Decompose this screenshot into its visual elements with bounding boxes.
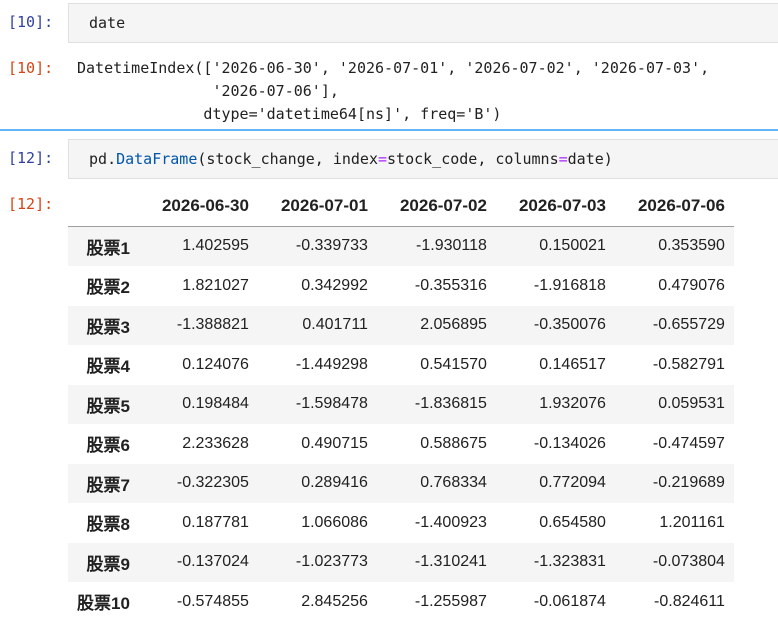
table-cell: -1.310241	[414, 553, 487, 571]
table-cell: 0.490715	[301, 434, 368, 452]
table-row: 股票2 1.821027 0.342992 -0.355316 -1.916818 0.4…	[68, 266, 734, 306]
table-cell: -1.930118	[416, 237, 487, 255]
table-cell: 0.541570	[420, 355, 487, 373]
table-row: 股票10 -0.574855 2.845256 -1.255987 -0.061874 -…	[68, 582, 734, 622]
column-header: 2026-07-03	[495, 186, 615, 227]
table-cell: -0.355316	[414, 276, 487, 294]
code-token-operator: =	[378, 150, 388, 168]
table-cell: -0.474597	[652, 434, 725, 452]
code-input-area[interactable]: pd.DataFrame(stock_change, index=stock_c…	[68, 139, 778, 179]
row-index-label: 股票10	[77, 594, 130, 614]
output-prompt: [12]:	[8, 195, 54, 213]
code-token-dot: .	[107, 150, 117, 168]
table-row: 股票3 -1.388821 0.401711 2.056895 -0.350076 -0.…	[68, 305, 734, 345]
table-cell: 0.342992	[301, 276, 368, 294]
table-cell: 1.821027	[182, 276, 249, 294]
table-cell: 2.056895	[420, 316, 487, 334]
input-prompt: [12]:	[8, 149, 54, 167]
table-cell: -0.134026	[533, 434, 606, 452]
table-cell: 2.845256	[301, 592, 368, 610]
table-cell: -0.137024	[176, 553, 249, 571]
table-cell: -1.449298	[295, 355, 368, 373]
table-cell: -1.323831	[533, 553, 606, 571]
row-index-label: 股票3	[86, 317, 130, 337]
input-prompt: [10]:	[8, 13, 54, 31]
row-index-label: 股票6	[86, 436, 130, 456]
code-line: pd.DataFrame(stock_change, index=stock_c…	[89, 149, 613, 169]
output-line: DatetimeIndex(['2026-06-30', '2026-07-01…	[77, 59, 710, 77]
table-row: 股票1 1.402595 -0.339733 -1.930118 0.150021 0.3…	[68, 226, 734, 266]
table-cell: 1.066086	[301, 513, 368, 531]
table-cell: -0.824611	[654, 592, 725, 610]
table-row: 股票8 0.187781 1.066086 -1.400923 0.654580 1.20…	[68, 503, 734, 543]
row-index-label: 股票8	[86, 515, 130, 535]
table-cell: 0.059531	[658, 395, 725, 413]
table-header-row: 2026-06-30 2026-07-01 2026-07-02 2026-07-03…	[68, 186, 734, 227]
table-cell: -0.322305	[176, 474, 249, 492]
code-token-attr: DataFrame	[116, 150, 198, 168]
table-cell: 0.124076	[182, 355, 249, 373]
table-cell: 2.233628	[182, 434, 249, 452]
code-token-args: stock_code, columns	[387, 150, 559, 168]
index-header	[68, 186, 139, 227]
output-line: '2026-07-06'],	[77, 82, 339, 100]
dataframe-table: 2026-06-30 2026-07-01 2026-07-02 2026-07-03…	[68, 186, 734, 622]
table-cell: -0.582791	[652, 355, 725, 373]
code-token-operator: =	[558, 150, 568, 168]
table-cell: -0.339733	[295, 237, 368, 255]
row-index-label: 股票2	[86, 278, 130, 298]
table-cell: 0.479076	[658, 276, 725, 294]
column-header: 2026-07-01	[257, 186, 377, 227]
table-cell: -0.061874	[533, 592, 606, 610]
table-cell: 0.198484	[182, 395, 249, 413]
table-row: 股票9 -0.137024 -1.023773 -1.310241 -1.323831 -…	[68, 542, 734, 582]
table-cell: -0.574855	[176, 592, 249, 610]
table-cell: -0.219689	[652, 474, 725, 492]
row-index-label: 股票4	[86, 357, 130, 377]
table-cell: -1.916818	[533, 276, 606, 294]
output-prompt: [10]:	[8, 59, 54, 77]
code-line: date	[89, 14, 126, 32]
column-header: 2026-07-02	[376, 186, 496, 227]
code-token-module: pd	[89, 150, 108, 168]
table-row: 股票7 -0.322305 0.289416 0.768334 0.772094 -0.2…	[68, 463, 734, 503]
row-index-label: 股票9	[86, 554, 130, 574]
table-cell: 0.772094	[539, 474, 606, 492]
output-line: dtype='datetime64[ns]', freq='B')	[77, 105, 502, 123]
table-cell: -1.023773	[295, 553, 368, 571]
row-index-label: 股票1	[86, 238, 130, 258]
table-cell: 0.150021	[539, 237, 606, 255]
table-cell: -1.836815	[414, 395, 487, 413]
row-index-label: 股票5	[86, 396, 130, 416]
table-row: 股票5 0.198484 -1.598478 -1.836815 1.932076 0.0…	[68, 384, 734, 424]
code-token-args: (stock_change, index	[197, 150, 378, 168]
table-cell: -1.598478	[295, 395, 368, 413]
table-cell: 0.146517	[539, 355, 606, 373]
table-cell: 0.187781	[182, 513, 249, 531]
code-input-area[interactable]: date	[68, 3, 778, 43]
table-cell: -1.400923	[414, 513, 487, 531]
table-row: 股票4 0.124076 -1.449298 0.541570 0.146517 -0.5…	[68, 345, 734, 385]
table-cell: 0.588675	[420, 434, 487, 452]
table-cell: -0.350076	[533, 316, 606, 334]
table-row: 股票6 2.233628 0.490715 0.588675 -0.134026 -0.4…	[68, 424, 734, 464]
table-cell: -0.073804	[652, 553, 725, 571]
column-header: 2026-07-06	[614, 186, 734, 227]
table-cell: -0.655729	[652, 316, 725, 334]
table-cell: 0.401711	[302, 316, 368, 334]
row-index-label: 股票7	[86, 475, 130, 495]
table-cell: 1.402595	[182, 237, 249, 255]
table-cell: 0.768334	[420, 474, 487, 492]
column-header: 2026-06-30	[138, 186, 258, 227]
table-cell: 0.289416	[301, 474, 368, 492]
table-cell: 0.353590	[658, 237, 725, 255]
notebook-cell-10[interactable]: [10]: date [10]: DatetimeIndex(['2026-06…	[0, 0, 778, 128]
table-cell: -1.388821	[176, 316, 249, 334]
table-cell: 1.201161	[659, 513, 725, 531]
code-token-args: date)	[567, 150, 613, 168]
table-cell: -1.255987	[414, 592, 487, 610]
table-cell: 0.654580	[539, 513, 606, 531]
table-cell: 1.932076	[539, 395, 606, 413]
